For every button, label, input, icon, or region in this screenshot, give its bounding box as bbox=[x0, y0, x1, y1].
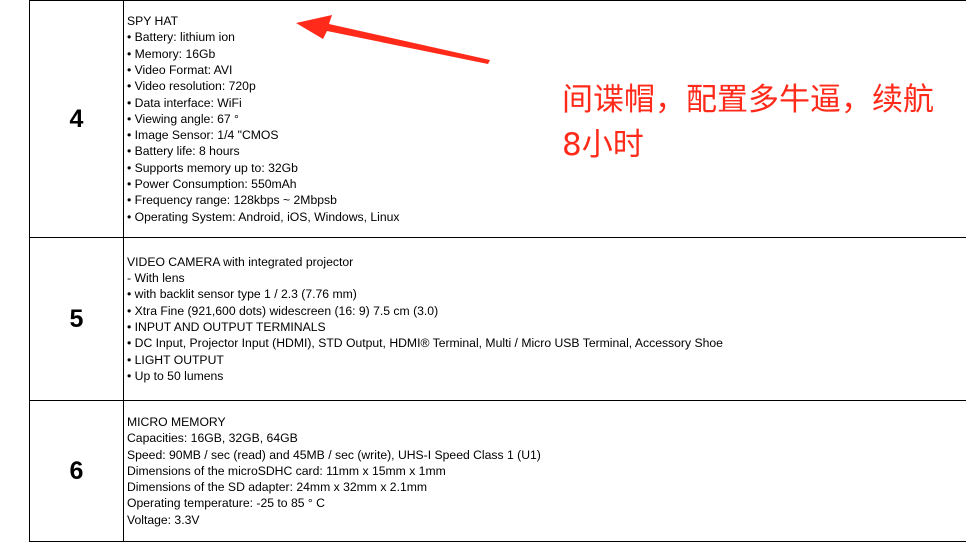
spec-line: Voltage: 3.3V bbox=[127, 512, 966, 528]
item-title: SPY HAT bbox=[127, 13, 966, 29]
spec-line: • Operating System: Android, iOS, Window… bbox=[127, 209, 966, 225]
annotation-text: 间谍帽，配置多牛逼，续航8小时 bbox=[562, 78, 942, 168]
table-row: 6 MICRO MEMORY Capacities: 16GB, 32GB, 6… bbox=[30, 401, 966, 542]
spec-line: Dimensions of the SD adapter: 24mm x 32m… bbox=[127, 479, 966, 495]
spec-line: • Video Format: AVI bbox=[127, 62, 966, 78]
spec-line: • Memory: 16Gb bbox=[127, 46, 966, 62]
item-title: MICRO MEMORY bbox=[127, 414, 966, 430]
row-number: 5 bbox=[30, 238, 124, 401]
spec-line: • with backlit sensor type 1 / 2.3 (7.76… bbox=[127, 286, 966, 302]
spec-line: • DC Input, Projector Input (HDMI), STD … bbox=[127, 335, 966, 351]
spec-line: Capacities: 16GB, 32GB, 64GB bbox=[127, 430, 966, 446]
spec-line: • Xtra Fine (921,600 dots) widescreen (1… bbox=[127, 303, 966, 319]
row-description: MICRO MEMORY Capacities: 16GB, 32GB, 64G… bbox=[124, 401, 966, 542]
spec-line: • Battery: lithium ion bbox=[127, 29, 966, 45]
spec-line: • Up to 50 lumens bbox=[127, 368, 966, 384]
item-title: VIDEO CAMERA with integrated projector bbox=[127, 254, 966, 270]
row-description: VIDEO CAMERA with integrated projector -… bbox=[124, 238, 966, 401]
row-number: 6 bbox=[30, 401, 124, 542]
spec-line: - With lens bbox=[127, 270, 966, 286]
spec-line: • INPUT AND OUTPUT TERMINALS bbox=[127, 319, 966, 335]
spec-line: Operating temperature: -25 to 85 ° C bbox=[127, 495, 966, 511]
spec-line: • Power Consumption: 550mAh bbox=[127, 176, 966, 192]
spec-line: • LIGHT OUTPUT bbox=[127, 352, 966, 368]
row-number: 4 bbox=[30, 1, 124, 238]
table-row: 5 VIDEO CAMERA with integrated projector… bbox=[30, 238, 966, 401]
spec-line: • Frequency range: 128kbps ~ 2Mbpsb bbox=[127, 192, 966, 208]
spec-line: Dimensions of the microSDHC card: 11mm x… bbox=[127, 463, 966, 479]
spec-line: Speed: 90MB / sec (read) and 45MB / sec … bbox=[127, 447, 966, 463]
